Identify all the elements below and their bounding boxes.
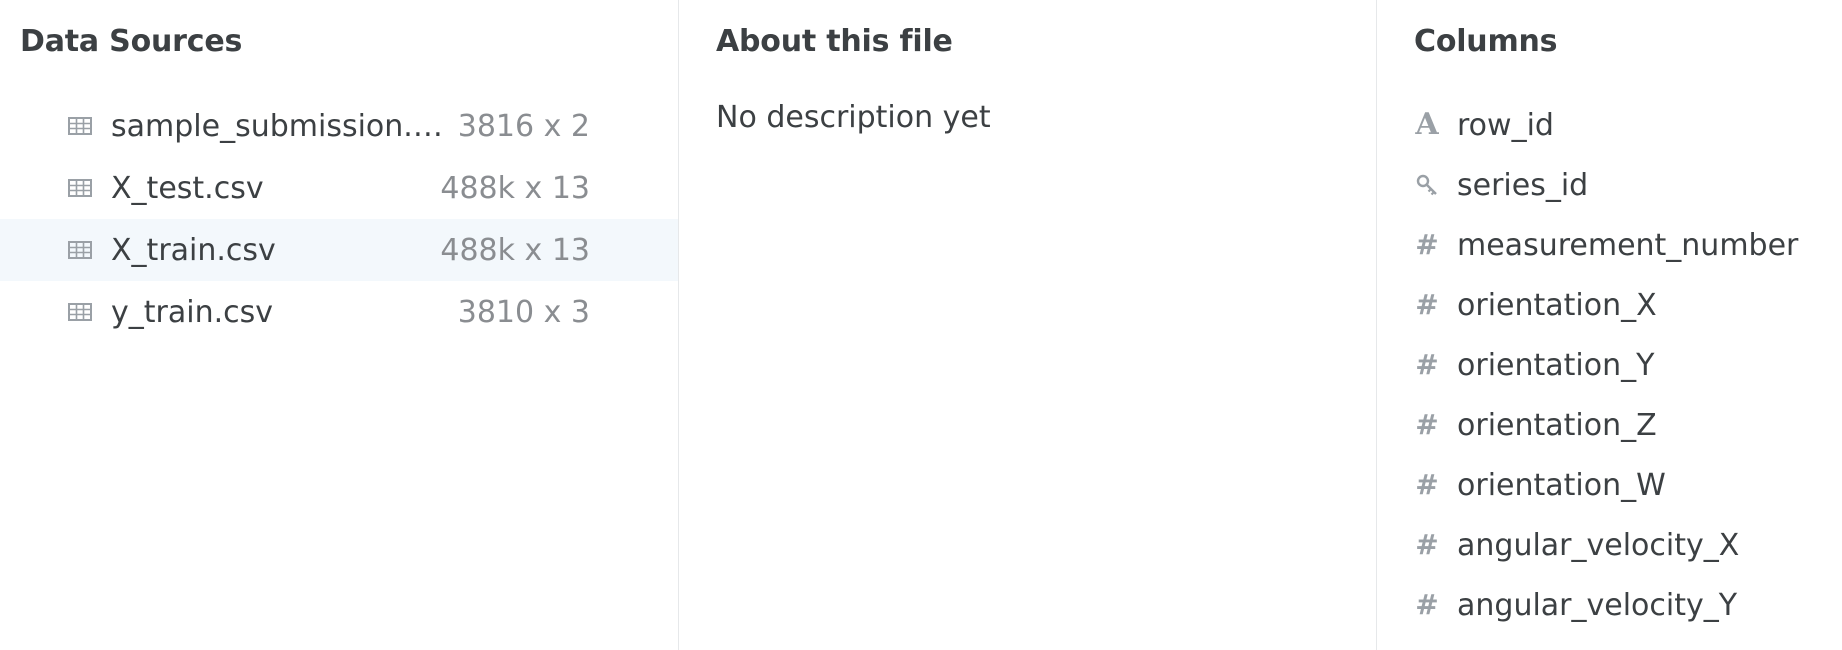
source-file-row[interactable]: sample_submission.c... 3816 x 2 [0,95,678,157]
key-icon [1414,173,1440,197]
numeric-type-icon: # [1415,528,1439,561]
numeric-type-icon: # [1415,408,1439,441]
dataset-viewer: Data Sources sample_submission.c... 3816… [0,0,1842,650]
source-file-name: sample_submission.c... [111,108,451,144]
column-item[interactable]: # angular_velocity_Y [1377,575,1842,635]
column-item[interactable]: # orientation_Y [1377,335,1842,395]
file-description: No description yet [716,100,991,135]
source-file-row[interactable]: y_train.csv 3810 x 3 [0,281,678,343]
source-file-row-selected[interactable]: X_train.csv 488k x 13 [0,219,678,281]
source-file-name: y_train.csv [111,294,273,330]
numeric-type-icon: # [1415,228,1439,261]
source-file-dims: 3816 x 2 [457,108,590,144]
source-file-dims: 488k x 13 [440,232,590,268]
column-name: orientation_Z [1457,407,1657,443]
column-name: series_id [1457,167,1589,203]
about-file-panel: About this file No description yet [679,0,1377,650]
source-file-name: X_train.csv [111,232,276,268]
numeric-type-icon: # [1415,588,1439,621]
numeric-type-icon: # [1415,348,1439,381]
column-item[interactable]: # orientation_X [1377,275,1842,335]
column-name: angular_velocity_X [1457,527,1740,563]
column-name: orientation_Y [1457,347,1655,383]
source-file-name: X_test.csv [111,170,264,206]
data-sources-list: sample_submission.c... 3816 x 2 X_test.c… [0,95,678,343]
column-name: row_id [1457,107,1554,143]
column-name: orientation_X [1457,287,1657,323]
about-file-title: About this file [716,24,953,59]
column-item[interactable]: # orientation_Z [1377,395,1842,455]
source-file-dims: 488k x 13 [440,170,590,206]
numeric-type-icon: # [1415,468,1439,501]
column-item[interactable]: # measurement_number [1377,215,1842,275]
string-type-icon: A [1415,107,1439,142]
column-item[interactable]: A row_id [1377,95,1842,155]
table-icon [68,303,92,321]
table-icon [68,241,92,259]
column-name: measurement_number [1457,227,1799,263]
table-icon [68,179,92,197]
table-icon [68,117,92,135]
numeric-type-icon: # [1415,288,1439,321]
source-file-dims: 3810 x 3 [457,294,590,330]
column-item[interactable]: series_id [1377,155,1842,215]
columns-panel: Columns A row_id series_id # measurement… [1377,0,1842,650]
source-file-row[interactable]: X_test.csv 488k x 13 [0,157,678,219]
column-item[interactable]: # orientation_W [1377,455,1842,515]
column-name: angular_velocity_Y [1457,587,1738,623]
data-sources-panel: Data Sources sample_submission.c... 3816… [0,0,679,650]
column-name: orientation_W [1457,467,1666,503]
columns-title: Columns [1414,24,1558,59]
data-sources-title: Data Sources [20,24,243,59]
column-item[interactable]: # angular_velocity_X [1377,515,1842,575]
columns-list: A row_id series_id # measurement_number … [1377,95,1842,635]
